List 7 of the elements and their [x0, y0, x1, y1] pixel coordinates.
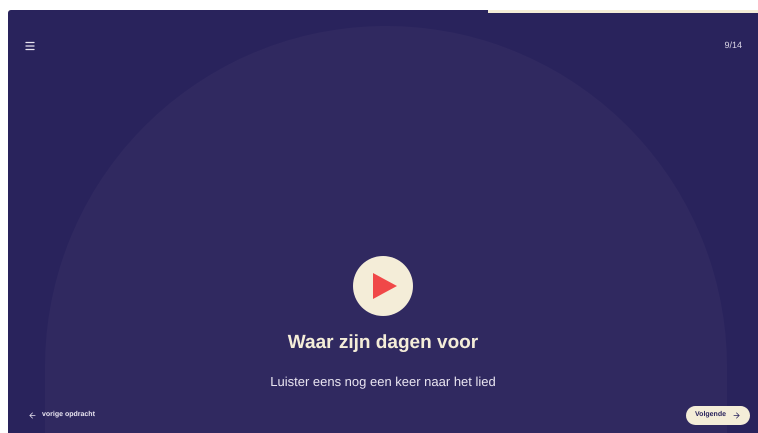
arrow-right-icon [732, 411, 741, 420]
page-counter: 9/14 [724, 39, 742, 52]
play-icon [373, 273, 397, 299]
song-title: Waar zijn dagen voor [288, 331, 478, 355]
instruction-text: Luister eens nog een keer naar het lied [270, 372, 496, 391]
menu-icon[interactable] [24, 40, 36, 52]
arrow-left-icon [28, 411, 37, 420]
